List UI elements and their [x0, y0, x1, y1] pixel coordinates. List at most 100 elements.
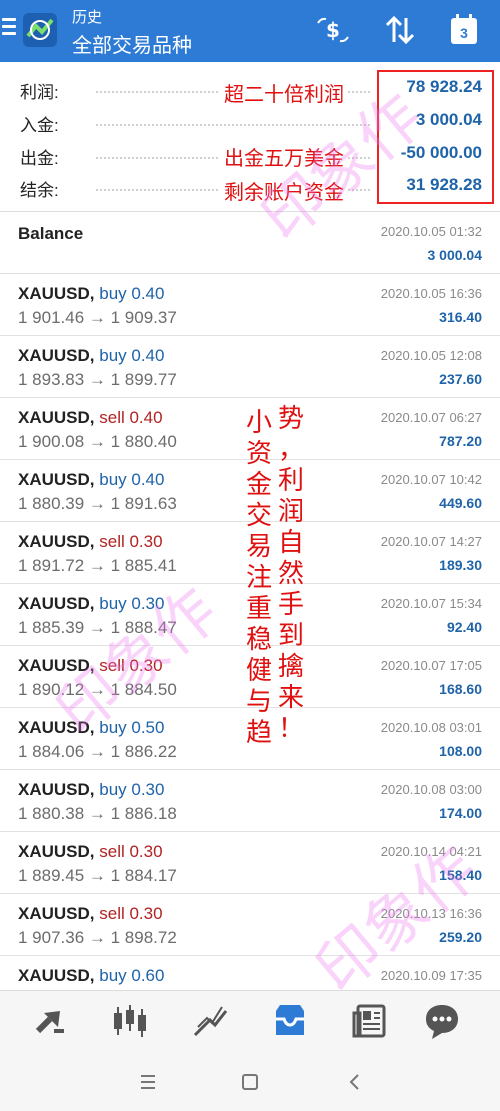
deal-symbol: XAUUSD, buy 0.30 [18, 780, 164, 800]
sort-arrows-icon [385, 15, 415, 45]
annotation-char: 易 [245, 532, 272, 562]
back-button[interactable] [343, 1070, 367, 1094]
nav-history[interactable] [270, 1001, 310, 1041]
deal-symbol-text: XAUUSD, [18, 408, 95, 427]
deal-symbol-text: XAUUSD, [18, 904, 95, 923]
deal-profit: 189.30 [439, 557, 482, 573]
menu-icon[interactable] [2, 18, 16, 38]
app-window: 历史 全部交易品种 $ 3 利润: 78 928.24 入金: 3 000.04… [0, 0, 500, 1111]
deal-profit: 108.00 [439, 743, 482, 759]
deal-symbol: XAUUSD, buy 0.30 [18, 594, 164, 614]
deal-symbol-text: XAUUSD, [18, 470, 95, 489]
recent-apps-button[interactable] [136, 1070, 160, 1094]
summary-label: 入金: [20, 116, 59, 135]
deal-side: buy 0.60 [99, 966, 165, 985]
deal-symbol: XAUUSD, buy 0.50 [18, 718, 164, 738]
deal-symbol: XAUUSD, sell 0.40 [18, 408, 163, 428]
calendar-button[interactable]: 3 [444, 12, 484, 48]
deal-symbol-text: XAUUSD, [18, 656, 95, 675]
deal-prices: 1 889.45 → 1 884.17 [18, 866, 177, 885]
annotation-char: 健 [245, 656, 272, 686]
deal-symbol-text: XAUUSD, [18, 966, 95, 985]
news-icon [352, 1004, 386, 1038]
annotation-char: 到 [277, 621, 304, 651]
currency-toggle-button[interactable]: $ [313, 12, 353, 48]
balance-row[interactable]: Balance 2020.10.05 01:32 3 000.04 [0, 212, 500, 274]
highlight-box [377, 70, 494, 204]
deal-row[interactable]: XAUUSD, sell 0.30 1 889.45 → 1 884.17 2020… [0, 832, 500, 894]
nav-news[interactable] [350, 1001, 390, 1041]
deal-prices: 1 880.39 → 1 891.63 [18, 494, 177, 513]
deal-time: 2020.10.05 12:08 [380, 348, 482, 363]
app-logo-icon [23, 13, 57, 47]
deal-symbol: XAUUSD, sell 0.30 [18, 532, 163, 552]
annotation-char: 擒 [277, 652, 304, 682]
deal-symbol-text: XAUUSD, [18, 842, 95, 861]
deal-time: 2020.10.08 03:01 [380, 720, 482, 735]
deal-side: sell 0.40 [99, 408, 163, 427]
deal-side: buy 0.40 [99, 470, 165, 489]
deal-row[interactable]: XAUUSD, buy 0.30 1 880.38 → 1 886.18 2020.… [0, 770, 500, 832]
annotation-char: 来 [277, 683, 304, 713]
summary-label: 结余: [20, 181, 59, 200]
home-button[interactable] [238, 1070, 262, 1094]
deal-symbol: XAUUSD, buy 0.40 [18, 346, 164, 366]
deal-side: sell 0.30 [99, 842, 163, 861]
annotation-char: 手 [277, 590, 304, 620]
system-nav-bar [0, 1052, 500, 1111]
deal-symbol: XAUUSD, sell 0.30 [18, 904, 163, 924]
annotation-char: 小 [245, 408, 272, 438]
balance-title: Balance [18, 224, 84, 243]
dotted-leader [96, 124, 370, 126]
deal-profit: 168.60 [439, 681, 482, 697]
annotation-char: 稳 [245, 625, 272, 655]
annotation-char: 趋 [245, 718, 272, 748]
deal-time: 2020.10.07 14:27 [380, 534, 482, 549]
deal-row[interactable]: XAUUSD, buy 0.60 2020.10.09 17:35 [0, 956, 500, 990]
annotation-withdrawal: 出金五万美金 [220, 142, 348, 171]
deal-prices: 1 900.08 → 1 880.40 [18, 432, 177, 451]
annotation-balance: 剩余账户资金 [220, 176, 348, 205]
annotation-char: 自 [277, 528, 304, 558]
deal-profit: 787.20 [439, 433, 482, 449]
deal-time: 2020.10.13 16:36 [380, 906, 482, 921]
deal-prices: 1 901.46 → 1 909.37 [18, 308, 177, 327]
annotation-char: 资 [245, 439, 272, 469]
deal-time: 2020.10.05 01:32 [380, 224, 482, 239]
deal-profit: 449.60 [439, 495, 482, 511]
calendar-day: 3 [460, 25, 468, 41]
deal-row[interactable]: XAUUSD, buy 0.40 1 901.46 → 1 909.37 2020.… [0, 274, 500, 336]
back-chevron-icon [349, 1074, 359, 1090]
deal-profit: 259.20 [439, 929, 482, 945]
deal-side: buy 0.30 [99, 780, 165, 799]
annotation-char: 重 [245, 594, 272, 624]
nav-quotes[interactable] [30, 1001, 70, 1041]
nav-messages[interactable] [422, 1001, 462, 1041]
annotation-char: 金 [245, 470, 272, 500]
deal-row[interactable]: XAUUSD, buy 0.40 1 893.83 → 1 899.77 2020.… [0, 336, 500, 398]
deal-prices: 1 907.36 → 1 898.72 [18, 928, 177, 947]
deal-symbol: XAUUSD, sell 0.30 [18, 842, 163, 862]
nav-chart[interactable] [110, 1001, 150, 1041]
deal-side: buy 0.40 [99, 284, 165, 303]
deal-symbol-text: XAUUSD, [18, 718, 95, 737]
annotation-char: 然 [277, 559, 304, 589]
deal-symbol-text: XAUUSD, [18, 346, 95, 365]
currency-icon: $ [317, 17, 349, 43]
annotation-char: 与 [245, 687, 272, 717]
page-title[interactable]: 全部交易品种 [72, 29, 192, 58]
deal-side: sell 0.30 [99, 532, 163, 551]
annotation-char: ！ [277, 714, 304, 744]
top-bar: 历史 全部交易品种 $ 3 [0, 0, 500, 62]
deal-time: 2020.10.07 06:27 [380, 410, 482, 425]
messages-icon [426, 1005, 458, 1039]
deal-row[interactable]: XAUUSD, sell 0.30 1 907.36 → 1 898.72 2020… [0, 894, 500, 956]
annotation-profit: 超二十倍利润 [220, 78, 348, 107]
nav-trade[interactable] [190, 1001, 230, 1041]
deal-symbol-text: XAUUSD, [18, 780, 95, 799]
deal-symbol: XAUUSD, buy 0.60 [18, 966, 164, 986]
svg-text:$: $ [326, 18, 340, 42]
deal-side: sell 0.30 [99, 656, 163, 675]
sort-button[interactable] [380, 12, 420, 48]
annotation-column-left: 小资金交易注重稳健与趋 [244, 408, 274, 749]
